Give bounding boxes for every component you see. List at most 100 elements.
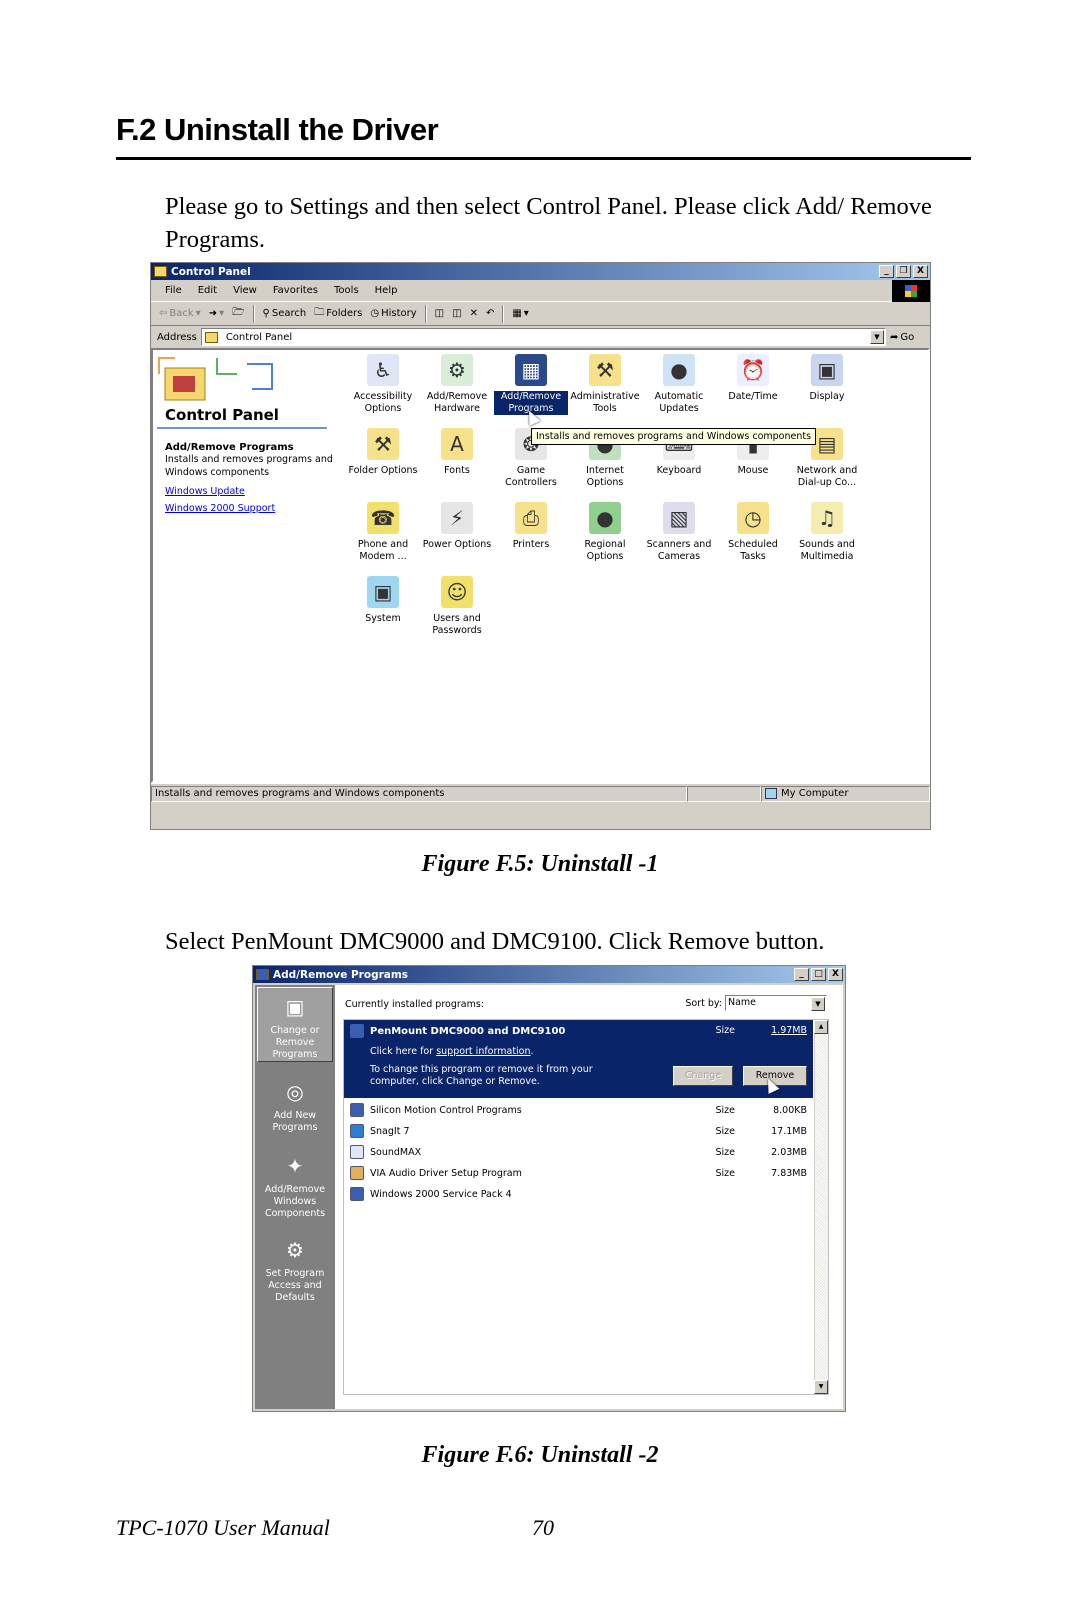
program-row[interactable]: Windows 2000 Service Pack 4: [344, 1184, 813, 1204]
sort-control: Sort by: Name ▼: [685, 995, 827, 1011]
views-button[interactable]: ▦ ▾: [512, 308, 528, 319]
menu-edit[interactable]: Edit: [198, 285, 217, 296]
program-name: Silicon Motion Control Programs: [370, 1104, 522, 1116]
sort-dropdown-button[interactable]: ▼: [811, 997, 825, 1011]
sidebar-task[interactable]: ⚙ Set Program Access and Defaults: [257, 1231, 333, 1304]
control-panel-item[interactable]: ● Regional Options: [568, 502, 642, 576]
list-heading: Currently installed programs:: [345, 999, 484, 1010]
menu-help[interactable]: Help: [375, 285, 398, 296]
sidebar-task[interactable]: ◎ Add New Programs: [257, 1073, 333, 1134]
support-prefix: Click here for: [370, 1046, 434, 1057]
program-row[interactable]: SnagIt 7 Size 17.1MB: [344, 1121, 813, 1141]
control-panel-item[interactable]: ⚙ Add/Remove Hardware: [420, 354, 494, 428]
accessibility-icon: ♿: [367, 354, 399, 386]
program-icon: [350, 1166, 364, 1180]
item-label: Internet Options: [586, 465, 624, 488]
scroll-down-button[interactable]: ▼: [814, 1380, 828, 1394]
control-panel-item[interactable]: ⎙ Printers: [494, 502, 568, 576]
control-panel-item[interactable]: ▧ Scanners and Cameras: [642, 502, 716, 576]
selected-program-row[interactable]: PenMount DMC9000 and DMC9100 Size 1.97MB…: [344, 1020, 813, 1098]
program-icon: [350, 1103, 364, 1117]
control-panel-item[interactable]: ♿ Accessibility Options: [346, 354, 420, 428]
size-value: 17.1MB: [771, 1125, 807, 1137]
program-name: SoundMAX: [370, 1146, 422, 1158]
maximize-button[interactable]: □: [811, 968, 826, 981]
history-button[interactable]: ◷ History: [370, 308, 416, 319]
restore-button[interactable]: ❒: [896, 265, 911, 278]
control-panel-item[interactable]: ◷ Scheduled Tasks: [716, 502, 790, 576]
move-to-button[interactable]: ◫: [435, 308, 444, 319]
size-label: Size: [715, 1104, 735, 1116]
item-label: Scheduled Tasks: [728, 539, 778, 562]
fonts-icon: A: [441, 428, 473, 460]
control-panel-item[interactable]: A Fonts: [420, 428, 494, 502]
windows-2000-support-link[interactable]: Windows 2000 Support: [165, 503, 275, 514]
search-button[interactable]: ⚲ Search: [263, 308, 307, 319]
forward-button[interactable]: ➜ ▾: [209, 308, 224, 319]
sidebar-task[interactable]: ✦ Add/Remove Windows Components: [257, 1147, 333, 1220]
program-row[interactable]: Silicon Motion Control Programs Size 8.00K…: [344, 1100, 813, 1120]
change-button[interactable]: Change: [673, 1066, 733, 1086]
folder-options-icon: ⚒: [367, 428, 399, 460]
item-label: Game Controllers: [505, 465, 557, 488]
control-panel-item[interactable]: ♫ Sounds and Multimedia: [790, 502, 864, 576]
control-panel-item[interactable]: ⏰ Date/Time: [716, 354, 790, 428]
go-button[interactable]: ➦ Go: [890, 332, 930, 343]
task-label: Add New Programs: [272, 1110, 318, 1133]
item-label: Administrative Tools: [570, 391, 640, 414]
program-row[interactable]: VIA Audio Driver Setup Program Size 7.83MB: [344, 1163, 813, 1183]
control-panel-item[interactable]: ⚡ Power Options: [420, 502, 494, 576]
undo-button[interactable]: ↶: [486, 308, 494, 319]
windows-update-link[interactable]: Windows Update: [165, 486, 245, 497]
sidebar-task[interactable]: ▣ Change or Remove Programs: [257, 987, 333, 1062]
delete-button[interactable]: ✕: [470, 308, 478, 319]
control-panel-item[interactable]: ☎ Phone and Modem ...: [346, 502, 420, 576]
size-value: 1.97MB: [771, 1025, 807, 1036]
users-icon: ☺: [441, 576, 473, 608]
size-value: 2.03MB: [771, 1146, 807, 1158]
move-to-icon: ◫: [434, 308, 445, 319]
task-icon: ⚙: [286, 1238, 304, 1262]
program-icon: [350, 1187, 364, 1201]
control-panel-item[interactable]: ▣ System: [346, 576, 420, 650]
window-title: Control Panel: [171, 265, 251, 278]
control-panel-item[interactable]: ● Automatic Updates: [642, 354, 716, 428]
menu-tools[interactable]: Tools: [334, 285, 359, 296]
program-name: PenMount DMC9000 and DMC9100: [370, 1025, 566, 1037]
support-info-link[interactable]: support information: [436, 1046, 530, 1057]
up-folder-button[interactable]: 🗁: [232, 305, 244, 322]
address-bar: Address Control Panel ▼ ➦ Go: [151, 326, 930, 348]
vertical-scrollbar[interactable]: ▲ ▼: [814, 1020, 828, 1394]
size-value: 8.00KB: [773, 1104, 807, 1116]
item-label: Power Options: [422, 539, 492, 550]
control-panel-item[interactable]: ▣ Display: [790, 354, 864, 428]
control-panel-item[interactable]: ⚒ Administrative Tools: [568, 354, 642, 428]
close-button[interactable]: X: [913, 265, 928, 278]
task-label: Change or Remove Programs: [270, 1025, 320, 1060]
pane-title: Control Panel: [165, 406, 279, 424]
menu-view[interactable]: View: [233, 285, 257, 296]
menu-favorites[interactable]: Favorites: [273, 285, 318, 296]
copy-to-button[interactable]: ◫: [452, 308, 461, 319]
sort-select[interactable]: Name ▼: [725, 995, 827, 1011]
windows-logo-icon: [892, 280, 930, 302]
scroll-up-button[interactable]: ▲: [814, 1020, 828, 1034]
tasks-icon: ◷: [737, 502, 769, 534]
address-input[interactable]: Control Panel ▼: [200, 328, 886, 346]
hardware-icon: ⚙: [441, 354, 473, 386]
minimize-button[interactable]: _: [879, 265, 894, 278]
program-row[interactable]: SoundMAX Size 2.03MB: [344, 1142, 813, 1162]
control-panel-item[interactable]: ⚒ Folder Options: [346, 428, 420, 502]
change-remove-instructions: To change this program or remove it from…: [370, 1064, 593, 1087]
folders-button[interactable]: 🗀 Folders: [314, 305, 362, 322]
toolbar-separator: [424, 304, 427, 323]
menu-file[interactable]: File: [165, 285, 182, 296]
address-dropdown-button[interactable]: ▼: [870, 330, 884, 344]
tooltip: Installs and removes programs and Window…: [531, 428, 817, 445]
control-panel-item[interactable]: ☺ Users and Passwords: [420, 576, 494, 650]
close-button[interactable]: X: [828, 968, 843, 981]
control-panel-icon: [204, 331, 218, 343]
minimize-button[interactable]: _: [794, 968, 809, 981]
back-button[interactable]: ⇦ Back ▾: [159, 308, 201, 319]
sort-label: Sort by:: [685, 997, 722, 1009]
